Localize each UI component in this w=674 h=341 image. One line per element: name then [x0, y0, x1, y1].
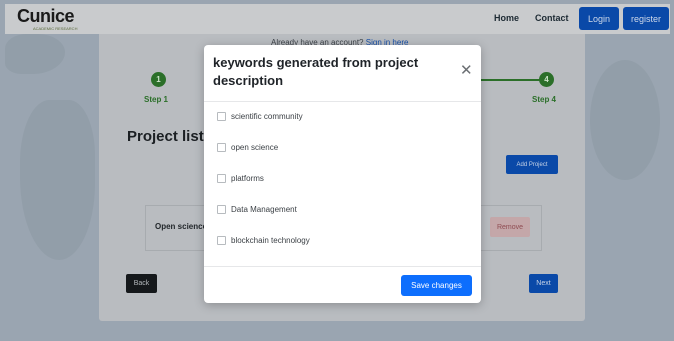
modal-title: keywords generated from project descript…	[213, 55, 419, 88]
keyword-checkbox[interactable]	[217, 112, 226, 121]
keyword-checkbox[interactable]	[217, 143, 226, 152]
keyword-checkbox[interactable]	[217, 236, 226, 245]
logo-subtitle: ACADEMIC RESEARCH	[33, 26, 78, 31]
keywords-modal: keywords generated from project descript…	[204, 45, 481, 303]
logo[interactable]: Cunice	[17, 6, 75, 27]
next-button[interactable]: Next	[529, 274, 558, 293]
close-icon[interactable]: ✕	[460, 63, 473, 78]
login-button[interactable]: Login	[579, 7, 619, 30]
keyword-item[interactable]: Data Management	[217, 205, 297, 214]
keyword-label: platforms	[231, 174, 264, 183]
keyword-item[interactable]: scientific community	[217, 112, 303, 121]
navbar: Cunice ACADEMIC RESEARCH Home Contact Lo…	[5, 4, 670, 34]
back-button[interactable]: Back	[126, 274, 157, 293]
remove-project-button[interactable]: Remove	[490, 217, 530, 237]
keyword-label: open science	[231, 143, 279, 152]
keyword-checkbox[interactable]	[217, 205, 226, 214]
map-landmass	[590, 60, 660, 180]
nav-home-link[interactable]: Home	[494, 13, 519, 23]
save-changes-button[interactable]: Save changes	[401, 275, 472, 296]
modal-footer-divider	[204, 266, 481, 267]
modal-header-divider	[204, 101, 481, 102]
keyword-label: Data Management	[231, 205, 297, 214]
step-1-label: Step 1	[144, 95, 169, 104]
nav-contact-link[interactable]: Contact	[535, 13, 569, 23]
step-progress-line	[480, 79, 540, 81]
add-project-button[interactable]: Add Project	[506, 155, 558, 174]
step-4-label: Step 4	[532, 95, 557, 104]
keyword-label: blockchain technology	[231, 236, 310, 245]
keyword-item[interactable]: open science	[217, 143, 278, 152]
keyword-label: scientific community	[231, 112, 303, 121]
project-list-title: Project list	[127, 128, 204, 145]
keyword-item[interactable]: platforms	[217, 174, 264, 183]
map-landmass	[20, 100, 95, 260]
step-1-circle: 1	[151, 72, 166, 87]
register-button[interactable]: register	[623, 7, 669, 30]
project-name: Open science	[155, 222, 208, 231]
keyword-checkbox[interactable]	[217, 174, 226, 183]
step-4-circle: 4	[539, 72, 554, 87]
keyword-item[interactable]: blockchain technology	[217, 236, 310, 245]
